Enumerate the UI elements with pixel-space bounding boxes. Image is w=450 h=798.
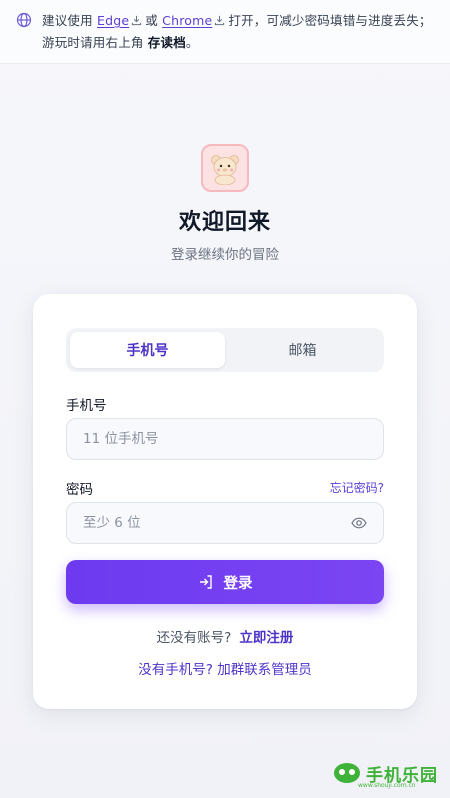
contact-admin-link[interactable]: 没有手机号? 加群联系管理员 xyxy=(33,658,417,678)
phone-input[interactable] xyxy=(83,431,367,447)
globe-icon xyxy=(16,12,32,28)
login-button-label: 登录 xyxy=(223,575,253,592)
download-icon[interactable] xyxy=(214,15,225,26)
login-button[interactable]: 登录 xyxy=(66,560,384,604)
no-account-text: 还没有账号? xyxy=(156,630,232,646)
password-input[interactable] xyxy=(83,515,351,531)
bear-icon xyxy=(211,155,239,185)
login-page: 建议使用 Edge 或 Chrome 打开，可减少密码填错与进度丢失；游玩时请用右上… xyxy=(0,0,450,798)
bear-mascot-logo xyxy=(201,144,249,192)
register-link[interactable]: 立即注册 xyxy=(239,630,293,646)
browser-notice-bar: 建议使用 Edge 或 Chrome 打开，可减少密码填错与进度丢失；游玩时请用右上… xyxy=(0,0,450,64)
password-label: 密码 xyxy=(66,482,93,498)
chrome-link[interactable]: Chrome xyxy=(162,13,212,28)
save-load-hint: 存读档 xyxy=(147,35,186,50)
notice-or: 或 xyxy=(145,13,158,28)
tab-email[interactable]: 邮箱 xyxy=(225,332,380,368)
eye-icon[interactable] xyxy=(351,515,367,531)
login-method-tabs: 手机号 邮箱 xyxy=(66,328,384,372)
edge-link[interactable]: Edge xyxy=(97,13,129,28)
notice-end: 。 xyxy=(185,35,199,50)
download-icon[interactable] xyxy=(131,15,142,26)
phone-label: 手机号 xyxy=(66,398,107,414)
password-field-box xyxy=(66,502,384,544)
watermark-logo: 手机乐园 www.shouji.com.cn xyxy=(332,760,438,789)
phone-field-box xyxy=(66,418,384,460)
page-subtitle: 登录继续你的冒险 xyxy=(171,247,279,263)
page-title: 欢迎回来 xyxy=(178,210,271,235)
signup-prompt: 还没有账号? 立即注册 xyxy=(33,626,417,646)
notice-text: 建议使用 Edge 或 Chrome 打开，可减少密码填错与进度丢失；游玩时请用右上… xyxy=(42,10,436,54)
watermark-url: www.shouji.com.cn xyxy=(358,782,416,789)
login-card: 手机号 邮箱 手机号 密码 忘记密码? 登录 还没有账号?立即注册 没有手机号 xyxy=(33,294,417,709)
forgot-password-link[interactable]: 忘记密码? xyxy=(330,479,384,496)
login-icon xyxy=(199,575,212,589)
tab-phone[interactable]: 手机号 xyxy=(70,332,225,368)
notice-prefix: 建议使用 xyxy=(42,13,93,28)
